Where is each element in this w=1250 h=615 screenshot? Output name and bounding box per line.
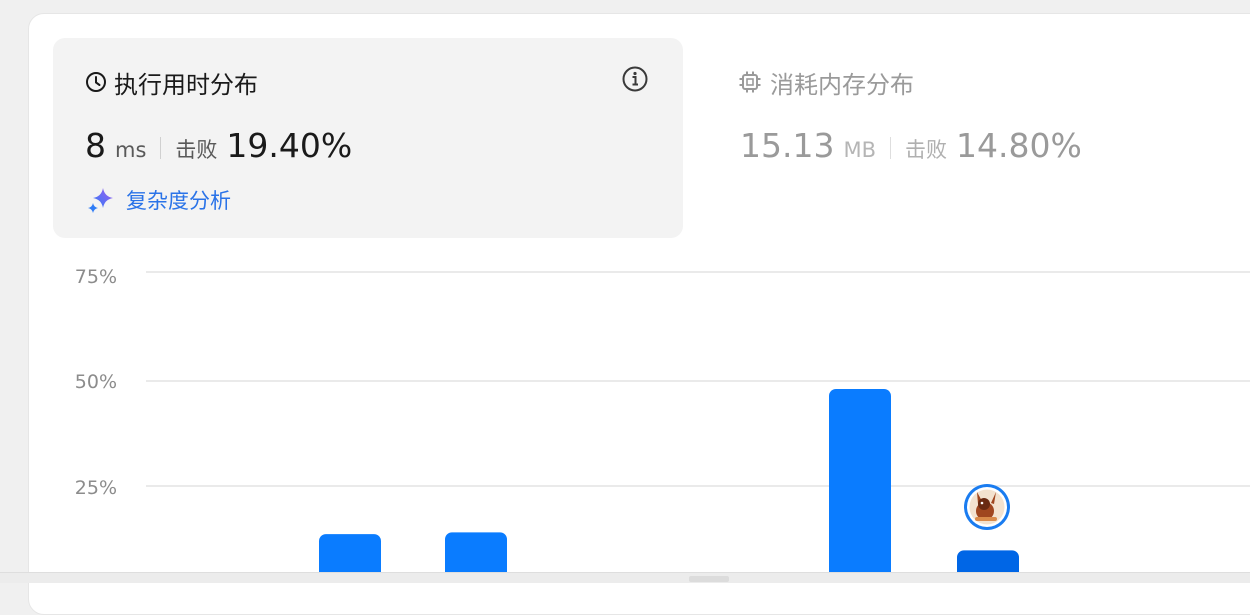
runtime-distribution-chart: 75% 50% 25% xyxy=(75,266,1250,582)
y-tick-label: 50% xyxy=(75,371,117,393)
bottom-resize-handle[interactable] xyxy=(689,576,729,582)
user-avatar[interactable] xyxy=(964,484,1010,530)
y-tick-label: 75% xyxy=(75,266,117,288)
y-tick-label: 25% xyxy=(75,477,117,499)
chart-bar[interactable] xyxy=(829,388,891,582)
bottom-scroll-bar xyxy=(0,572,1250,583)
